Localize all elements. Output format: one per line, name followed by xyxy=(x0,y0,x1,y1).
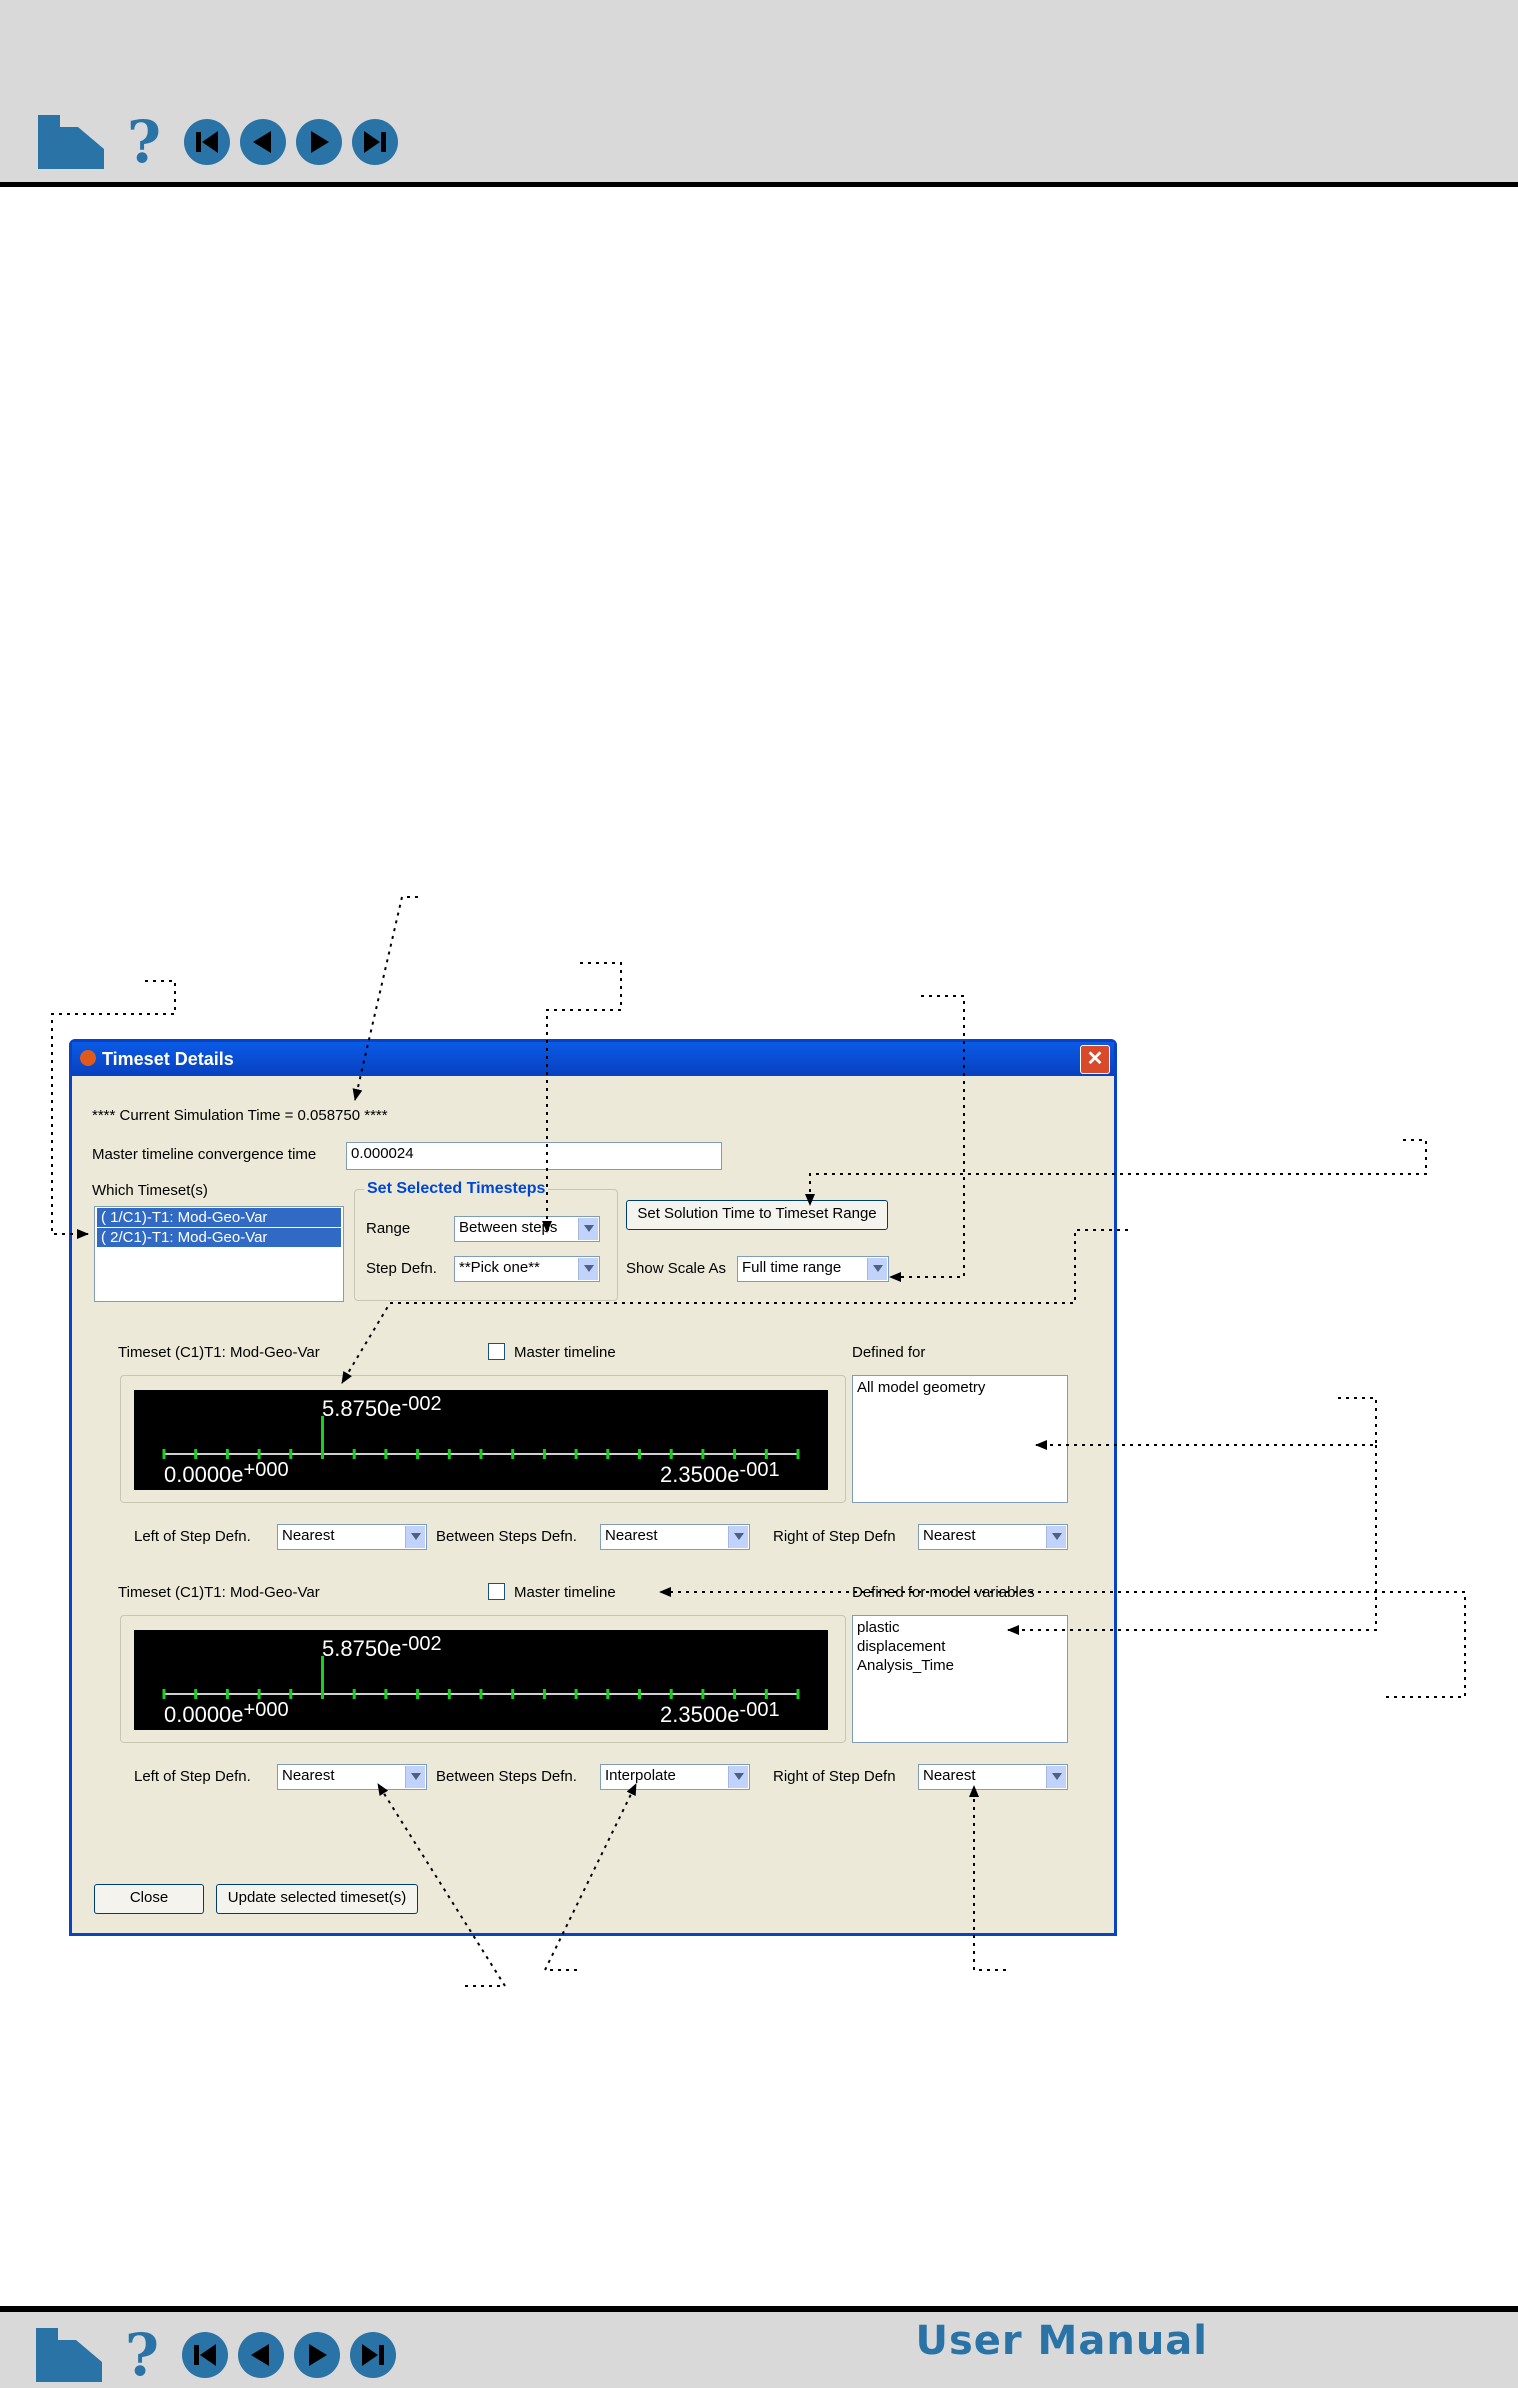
leader-defined-variables xyxy=(1007,1445,1377,1635)
annotation-leaders xyxy=(51,896,1466,1987)
leader-master-timeline xyxy=(659,1587,1466,1698)
leader-current-time xyxy=(352,896,418,1101)
leader-timeline xyxy=(341,1229,1128,1384)
leader-range xyxy=(542,962,622,1233)
leader-show-scale xyxy=(889,995,965,1282)
leader-between-steps xyxy=(543,1783,637,1971)
leader-right-of-step xyxy=(969,1785,1006,1971)
leader-set-solution xyxy=(805,1139,1427,1206)
leader-timeset-list xyxy=(51,980,176,1239)
leader-defined-for xyxy=(1035,1397,1377,1450)
leader-left-of-step xyxy=(377,1783,507,1987)
